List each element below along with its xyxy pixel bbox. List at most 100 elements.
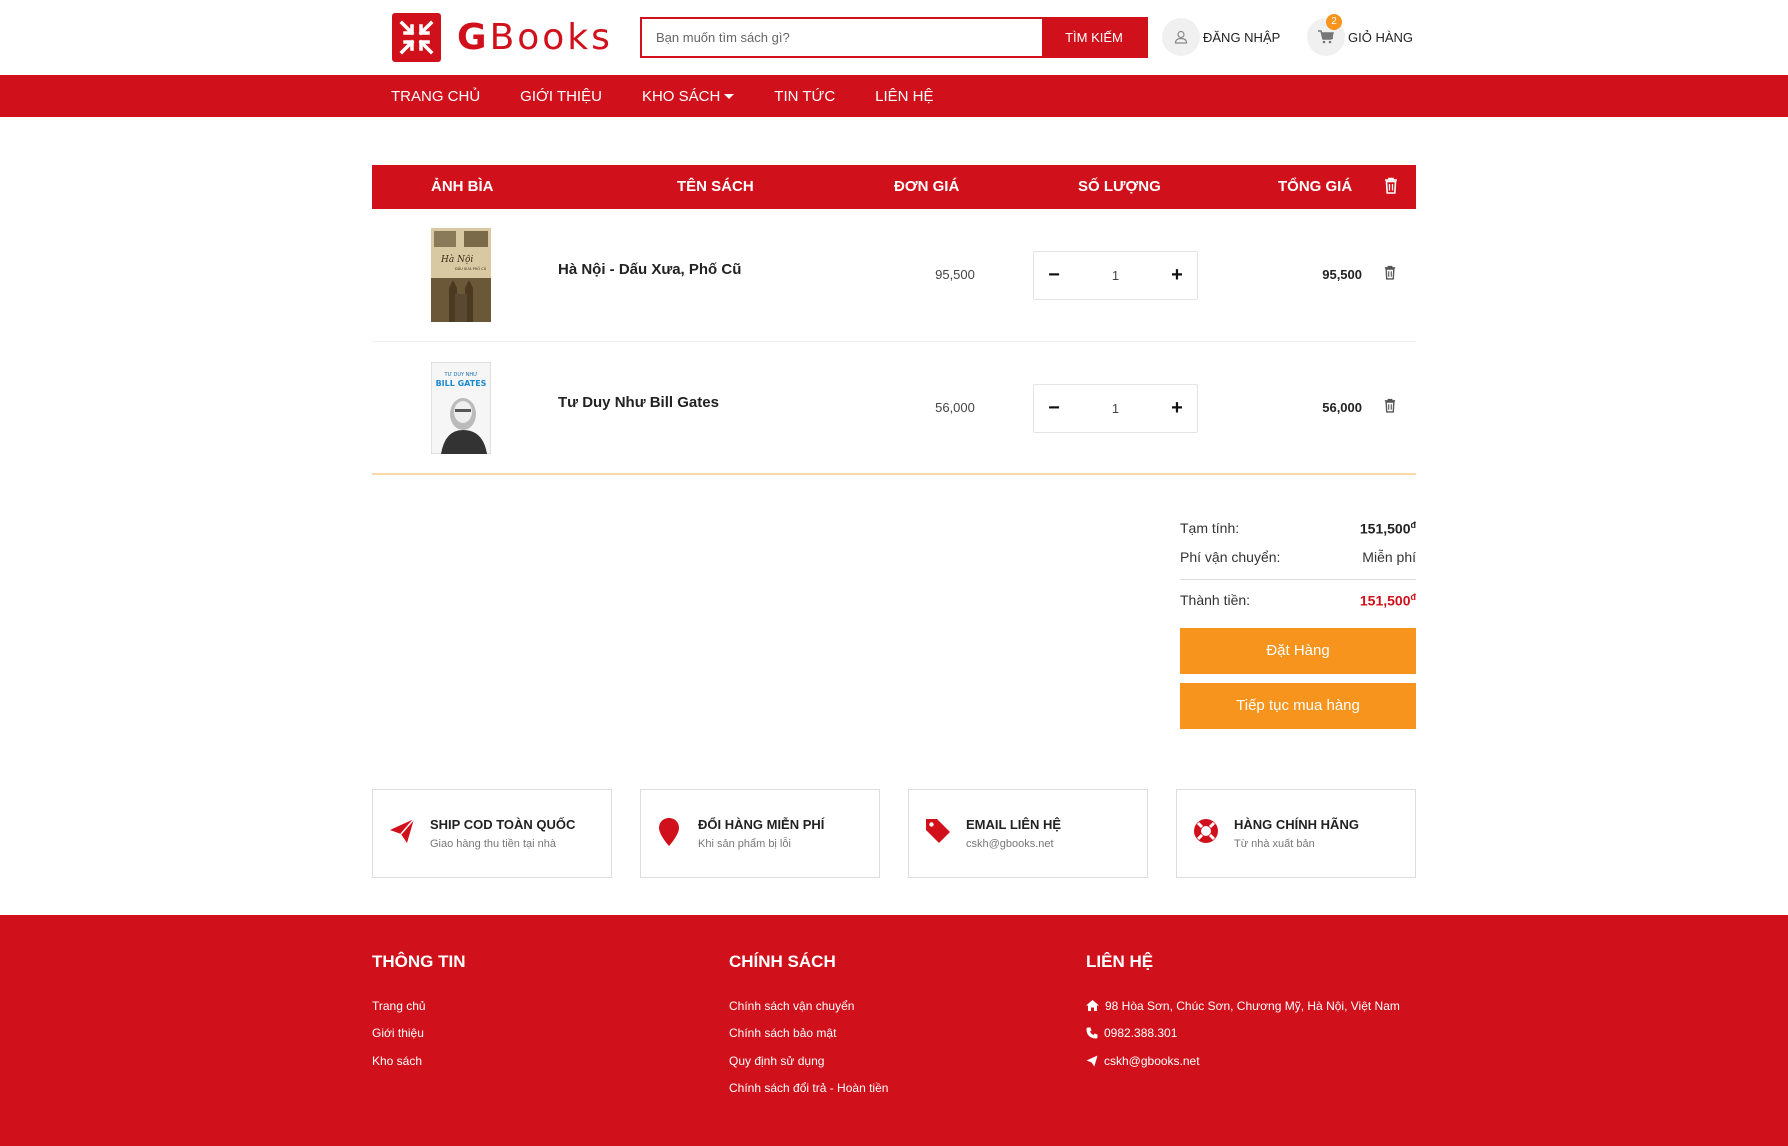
line-total: 95,500 [1322,267,1362,282]
shipping-value: Miễn phí [1362,548,1416,565]
unit-price: 95,500 [935,267,975,282]
caret-down-icon [724,93,735,99]
footer-link-about[interactable]: Giới thiệu [372,1020,466,1048]
footer-policy-column: CHÍNH SÁCH Chính sách vận chuyển Chính s… [729,952,888,1102]
login-link[interactable]: ĐĂNG NHẬP [1162,18,1280,56]
nav-item-books-label: KHO SÁCH [641,87,721,105]
shipping-label: Phí vận chuyển: [1180,548,1281,565]
footer-address: 98 Hòa Sơn, Chúc Sơn, Chương Mỹ, Hà Nội,… [1086,992,1400,1020]
feature-title: HÀNG CHÍNH HÃNG [1234,817,1359,832]
footer-email[interactable]: cskh@gbooks.net [1086,1047,1400,1075]
feature-subtitle: Khi sản phẩm bị lỗi [698,838,791,850]
footer-link-shipping-policy[interactable]: Chính sách vận chuyển [729,992,888,1020]
decrease-qty-button[interactable]: − [1034,264,1074,287]
subtotal-label: Tạm tính: [1180,520,1240,537]
increase-qty-button[interactable]: + [1157,264,1197,287]
continue-shopping-button[interactable]: Tiếp tục mua hàng [1180,683,1416,730]
book-cover-image[interactable]: TƯ DUY NHƯ BILL GATES [430,361,492,455]
feature-title: SHIP COD TOÀN QUỐC [430,817,576,832]
quantity-stepper: − 1 + [1033,384,1198,433]
footer-link-return-policy[interactable]: Chính sách đổi trả - Hoàn tiền [729,1075,888,1103]
cart-icon: 2 [1307,14,1345,56]
place-order-button[interactable]: Đặt Hàng [1180,628,1416,675]
login-label: ĐĂNG NHẬP [1203,29,1281,45]
quantity-stepper: − 1 + [1033,251,1198,300]
quantity-value[interactable]: 1 [1074,401,1157,416]
footer-contact-column: LIÊN HỆ 98 Hòa Sơn, Chúc Sơn, Chương Mỹ,… [1086,952,1400,1075]
cart-table-header: ẢNH BÌA TÊN SÁCH ĐƠN GIÁ SỐ LƯỢNG TỔNG G… [372,165,1416,209]
footer-info-title: THÔNG TIN [372,952,466,971]
footer-link-home[interactable]: Trang chủ [372,992,466,1020]
book-cover-image[interactable]: Hà Nội DẤU XƯA PHỐ CŨ [431,228,491,322]
footer-info-column: THÔNG TIN Trang chủ Giới thiệu Kho sách [372,952,466,1075]
feature-title: ĐỔI HÀNG MIỄN PHÍ [698,817,825,832]
subtotal-value: 151,500đ [1359,520,1416,537]
header-price: ĐƠN GIÁ [894,178,960,195]
site-footer: THÔNG TIN Trang chủ Giới thiệu Kho sách … [0,915,1788,1146]
quantity-value[interactable]: 1 [1074,268,1157,283]
logo-wordmark: GBooks [457,17,613,58]
remove-item-trash-icon[interactable] [1384,398,1396,418]
footer-contact-title: LIÊN HỆ [1086,952,1154,971]
cart-row: Hà Nội DẤU XƯA PHỐ CŨ Hà Nội - Dấu Xưa, … [372,209,1416,342]
cart-label: GIỎ HÀNG [1348,29,1414,45]
home-icon [1086,1000,1099,1012]
search-button[interactable]: TÌM KIẾM [1042,19,1146,56]
cart-link[interactable]: 2 GIỎ HÀNG [1307,14,1414,56]
summary-divider [1180,578,1416,580]
final-total-label: Thành tiền: [1180,591,1251,608]
book-title-link[interactable]: Tư Duy Như Bill Gates [558,394,719,411]
feature-subtitle: Giao hàng thu tiền tại nhà [430,838,556,850]
feature-box: ĐỔI HÀNG MIỄN PHÍ Khi sản phẩm bị lỗi [640,789,880,878]
final-total-value: 151,500đ [1359,591,1416,609]
header-total: TỔNG GIÁ [1278,178,1353,195]
header-qty: SỐ LƯỢNG [1078,178,1161,195]
increase-qty-button[interactable]: + [1157,397,1197,420]
feature-subtitle: Từ nhà xuất bản [1234,838,1315,850]
cart-bottom-divider [372,473,1416,475]
search-bar: TÌM KIẾM [640,17,1148,58]
footer-link-privacy-policy[interactable]: Chính sách bảo mật [729,1020,888,1048]
feature-box: SHIP COD TOÀN QUỐC Giao hàng thu tiền tạ… [372,789,612,878]
nav-item-about[interactable]: GIỚI THIỆU [520,88,602,105]
phone-icon [1086,1027,1098,1039]
final-total-row: Thành tiền: 151,500đ [1180,592,1416,609]
footer-link-books[interactable]: Kho sách [372,1047,466,1075]
remove-item-trash-icon[interactable] [1384,265,1396,285]
footer-policy-title: CHÍNH SÁCH [729,952,836,971]
book-title-link[interactable]: Hà Nội - Dấu Xưa, Phố Cũ [558,261,741,278]
subtotal-row: Tạm tính: 151,500đ [1180,520,1416,537]
nav-item-contact[interactable]: LIÊN HỆ [875,88,933,105]
cover-title-text: TƯ DUY NHƯ [444,372,478,378]
order-summary: Tạm tính: 151,500đ Phí vận chuyển: Miễn … [1180,520,1416,730]
main-nav: TRANG CHỦ GIỚI THIỆU KHO SÁCH TIN TỨC LI… [0,75,1788,117]
life-ring-icon [1193,818,1219,849]
clear-cart-icon[interactable] [1384,177,1398,198]
search-input[interactable] [642,19,1042,56]
cover-subtitle-text: DẤU XƯA PHỐ CŨ [455,266,487,271]
nav-item-home[interactable]: TRANG CHỦ [391,88,480,105]
shipping-row: Phí vận chuyển: Miễn phí [1180,549,1416,565]
logo-icon [392,13,441,62]
header-cover: ẢNH BÌA [431,178,494,195]
site-logo[interactable]: GBooks [392,13,613,62]
feature-title: EMAIL LIÊN HỆ [966,817,1062,832]
paper-plane-icon [389,818,415,849]
unit-price: 56,000 [935,400,975,415]
line-total: 56,000 [1322,400,1362,415]
paper-plane-icon [1086,1055,1098,1067]
cover-title-text: Hà Nội [440,254,473,265]
cart-count-badge: 2 [1326,14,1342,30]
map-marker-icon [659,818,679,851]
user-icon [1162,18,1200,56]
feature-box: HÀNG CHÍNH HÃNG Từ nhà xuất bản [1176,789,1416,878]
decrease-qty-button[interactable]: − [1034,397,1074,420]
nav-item-books[interactable]: KHO SÁCH [641,87,735,105]
header-name: TÊN SÁCH [677,178,754,195]
footer-link-terms[interactable]: Quy định sử dụng [729,1047,888,1075]
tag-icon [925,818,951,849]
footer-phone[interactable]: 0982.388.301 [1086,1020,1400,1048]
nav-item-news[interactable]: TIN TỨC [774,88,835,105]
cover-subtitle-text: BILL GATES [436,379,487,388]
site-header: GBooks TÌM KIẾM ĐĂNG NHẬP 2 GIỎ HÀNG [0,0,1788,75]
